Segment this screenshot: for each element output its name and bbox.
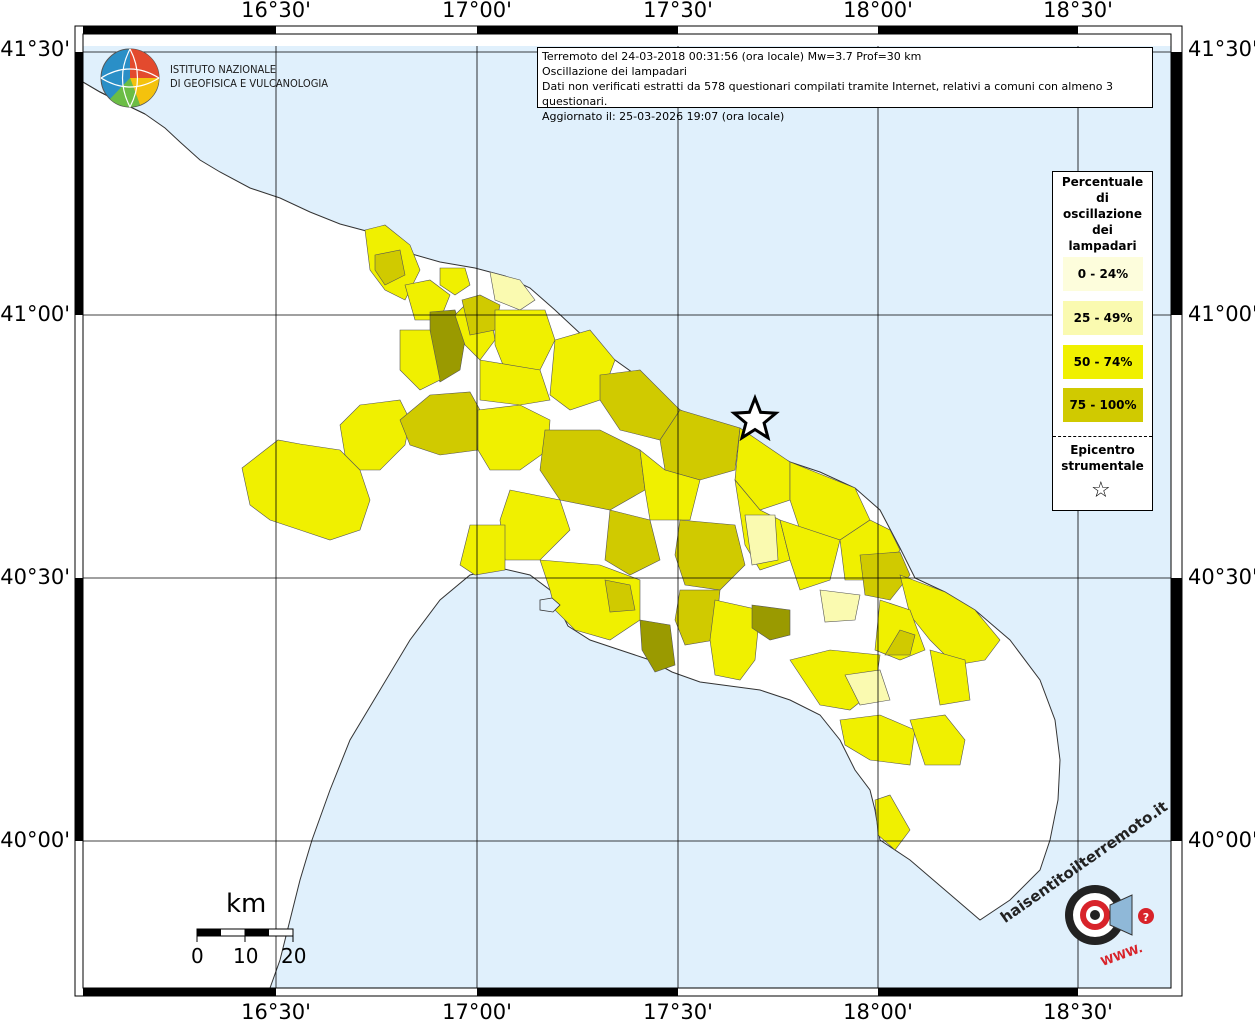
left-lat-label: 40°00': [0, 828, 70, 852]
scale-tick-label: 20: [281, 944, 307, 968]
left-lat-label: 40°30': [0, 565, 70, 589]
info-line-source: Dati non verificati estratti da 578 ques…: [542, 80, 1114, 108]
bottom-lon-label: 18°30': [1043, 1000, 1113, 1024]
legend-swatch-25-49: 25 - 49%: [1063, 301, 1143, 335]
legend-title-line: oscillazione: [1063, 207, 1142, 221]
legend: Percentuale di oscillazione dei lampadar…: [1052, 171, 1153, 511]
info-line-type: Oscillazione dei lampadari: [542, 65, 687, 78]
legend-separator: [1053, 436, 1152, 437]
info-line-event: Terremoto del 24-03-2018 00:31:56 (ora l…: [542, 50, 922, 63]
bottom-lon-label: 17°30': [643, 1000, 713, 1024]
bottom-lon-label: 17°00': [442, 1000, 512, 1024]
legend-title-line: Percentuale: [1061, 175, 1144, 189]
right-lat-label: 40°00': [1188, 828, 1255, 852]
legend-title-line: lampadari: [1068, 239, 1137, 253]
top-lon-label: 16°30': [241, 0, 311, 22]
info-line-updated: Aggiornato il: 25-03-2026 19:07 (ora loc…: [542, 110, 785, 123]
bottom-lon-label: 18°00': [843, 1000, 913, 1024]
legend-swatch-0-24: 0 - 24%: [1063, 257, 1143, 291]
legend-swatch-75-100: 75 - 100%: [1063, 388, 1143, 422]
legend-title-line: di: [1096, 191, 1109, 205]
region: [819, 589, 861, 623]
top-lon-label: 18°30': [1043, 0, 1113, 22]
scale-unit-label: km: [226, 889, 267, 919]
left-lat-label: 41°30': [0, 37, 70, 61]
right-lat-label: 41°30': [1188, 37, 1255, 61]
scale-tick-label: 10: [233, 944, 259, 968]
top-lon-label: 17°00': [442, 0, 512, 22]
legend-epicenter-line: strumentale: [1061, 459, 1144, 473]
legend-epicenter-line: Epicentro: [1070, 443, 1135, 457]
ingv-line2: DI GEOFISICA E VULCANOLOGIA: [170, 77, 329, 90]
right-lat-label: 41°00': [1188, 302, 1255, 326]
legend-swatch-50-74: 50 - 74%: [1063, 345, 1143, 379]
ingv-logo-text: ISTITUTO NAZIONALE DI GEOFISICA E VULCAN…: [170, 63, 328, 91]
legend-epicenter-title: Epicentro strumentale: [1053, 442, 1152, 474]
scale-tick-label: 0: [191, 944, 204, 968]
legend-title-line: dei: [1092, 223, 1113, 237]
legend-title: Percentuale di oscillazione dei lampadar…: [1053, 174, 1152, 254]
bottom-lon-label: 16°30': [241, 1000, 311, 1024]
right-lat-label: 40°30': [1188, 565, 1255, 589]
top-lon-label: 17°30': [643, 0, 713, 22]
ingv-globe-icon: [100, 48, 160, 108]
info-box: Terremoto del 24-03-2018 00:31:56 (ora l…: [537, 47, 1153, 123]
left-lat-label: 41°00': [0, 302, 70, 326]
ingv-line1: ISTITUTO NAZIONALE: [170, 63, 277, 76]
top-lon-label: 18°00': [843, 0, 913, 22]
legend-star-icon: ☆: [1091, 478, 1111, 503]
